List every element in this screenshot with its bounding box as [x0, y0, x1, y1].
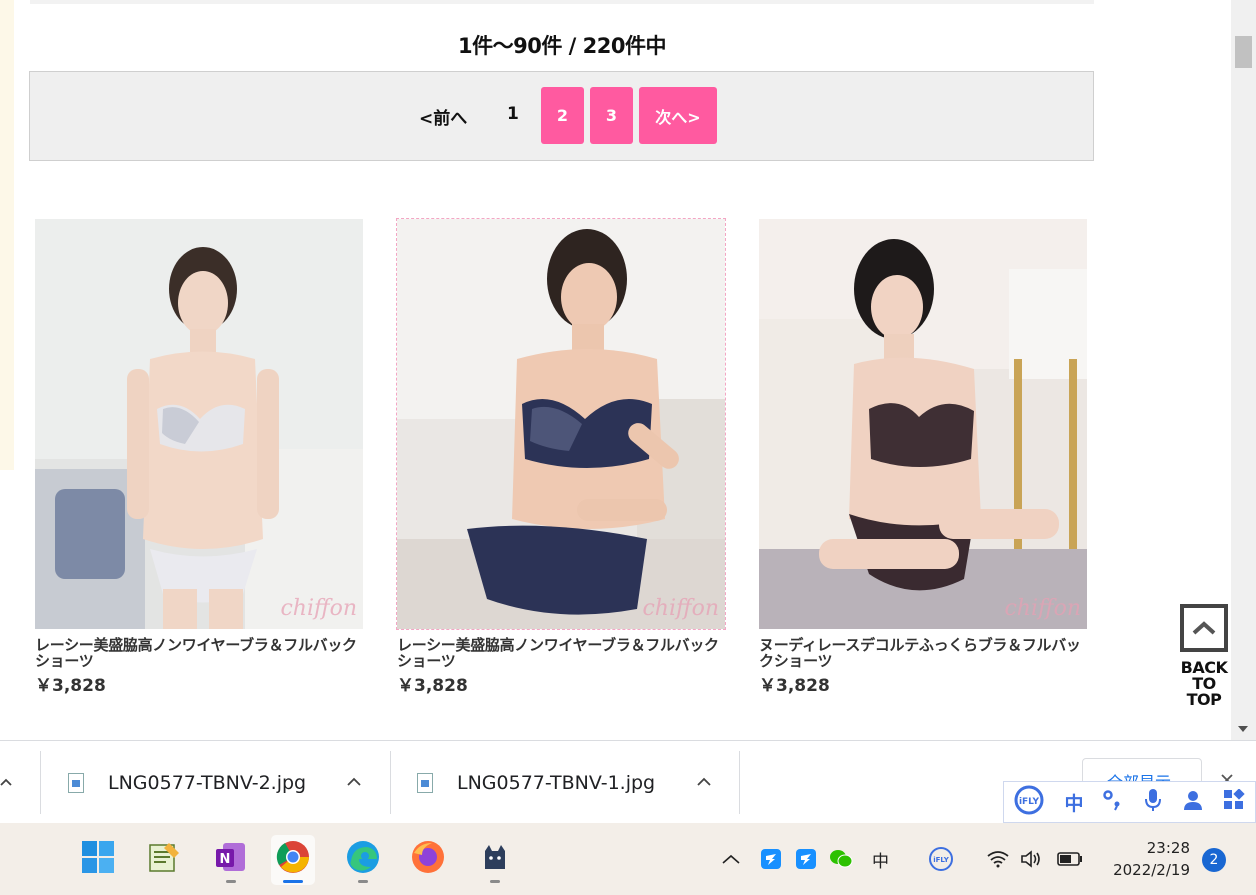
ime-tray-indicator[interactable]: 中 [872, 823, 889, 895]
punctuation-icon[interactable] [1102, 789, 1124, 816]
page-2-button[interactable]: 2 [541, 87, 584, 144]
onenote-icon: N [216, 843, 245, 871]
scrollbar-thumb[interactable] [1235, 36, 1252, 68]
clock-date: 2022/2/19 [1113, 861, 1190, 879]
product-card[interactable]: chiffon ヌーディレースデコルテふっくらブラ＆フルバックショーツ ￥3,8… [759, 219, 1089, 696]
dingtalk-tray-icon[interactable] [760, 823, 782, 895]
result-count: 1件～90件 / 220件中 [458, 34, 666, 58]
ifly-tray-icon[interactable]: iFLY [928, 823, 954, 895]
running-indicator [226, 880, 236, 883]
download-item[interactable]: LNG0577-TBNV-2.jpg [68, 741, 306, 824]
svg-text:iFLY: iFLY [933, 856, 950, 864]
chevron-up-icon[interactable] [0, 774, 12, 790]
product-price: ￥3,828 [35, 676, 106, 696]
taskbar-app-firefox[interactable] [406, 835, 450, 885]
pagination-bar: <前へ 1 2 3 次へ> [29, 71, 1094, 161]
running-indicator [490, 880, 500, 883]
notepad-icon [149, 843, 179, 872]
next-page-button[interactable]: 次へ> [639, 87, 717, 144]
image-file-icon [417, 772, 433, 793]
download-filename: LNG0577-TBNV-2.jpg [108, 771, 307, 794]
dingtalk-tray-icon-2[interactable] [795, 823, 817, 895]
battery-icon[interactable] [1057, 823, 1083, 895]
volume-icon[interactable] [1020, 823, 1044, 895]
divider [40, 751, 41, 814]
chevron-up-icon[interactable] [697, 774, 711, 790]
product-price: ￥3,828 [759, 676, 830, 696]
taskbar-app-edge[interactable] [341, 835, 385, 885]
taskbar: N 中 iFLY 23:28 2022/2/19 2 [0, 823, 1256, 895]
top-divider [30, 0, 1094, 4]
product-name[interactable]: レーシー美盛脇高ノンワイヤーブラ＆フルバックショーツ [35, 637, 360, 669]
web-page: 1件～90件 / 220件中 <前へ 1 2 3 次へ> chiffon レーシ… [0, 0, 1256, 740]
image-file-icon [68, 772, 84, 793]
scroll-down-arrow-icon[interactable] [1238, 726, 1248, 732]
chevron-up-icon [1180, 604, 1228, 652]
product-card[interactable]: chiffon レーシー美盛脇高ノンワイヤーブラ＆フルバックショーツ ￥3,82… [396, 218, 727, 696]
page-3-button[interactable]: 3 [590, 87, 633, 144]
chrome-icon [276, 841, 309, 873]
download-filename: LNG0577-TBNV-1.jpg [457, 771, 656, 794]
brand-watermark: chiffon [1004, 596, 1081, 621]
svg-text:N: N [220, 852, 231, 867]
screen: 1件～90件 / 220件中 <前へ 1 2 3 次へ> chiffon レーシ… [0, 0, 1256, 895]
taskbar-app-onenote[interactable]: N [209, 835, 253, 885]
apps-grid-icon[interactable] [1223, 787, 1246, 816]
taskbar-app-chrome[interactable] [271, 835, 315, 885]
running-indicator [358, 880, 368, 883]
clock-time: 23:28 [1146, 839, 1190, 857]
wifi-icon[interactable] [986, 823, 1010, 895]
product-name[interactable]: レーシー美盛脇高ノンワイヤーブラ＆フルバックショーツ [397, 637, 722, 669]
product-image[interactable]: chiffon [396, 218, 726, 630]
product-image[interactable]: chiffon [35, 219, 363, 629]
left-sidebar-strip [0, 0, 14, 470]
windows-icon [82, 841, 114, 873]
windows-start-button[interactable] [76, 835, 120, 885]
taskbar-app-cat[interactable] [473, 835, 517, 885]
page-scrollbar[interactable] [1231, 0, 1256, 740]
back-to-top-label: BACK TO TOP [1180, 658, 1228, 709]
tray-overflow-chevron-icon[interactable] [722, 823, 740, 895]
user-icon[interactable] [1182, 789, 1204, 816]
prev-page-link[interactable]: <前へ [419, 104, 467, 129]
product-price: ￥3,828 [397, 676, 468, 696]
notification-badge[interactable]: 2 [1202, 848, 1226, 872]
brand-watermark: chiffon [642, 596, 719, 621]
brand-watermark: chiffon [280, 596, 357, 621]
running-indicator [283, 880, 303, 883]
system-clock[interactable]: 23:28 2022/2/19 [1100, 837, 1190, 881]
ime-toolbar: iFLY 中 [1003, 781, 1256, 823]
firefox-icon [412, 841, 444, 873]
cat-app-icon [485, 845, 505, 869]
taskbar-app-notepad[interactable] [141, 835, 185, 885]
product-name[interactable]: ヌーディレースデコルテふっくらブラ＆フルバックショーツ [759, 637, 1084, 669]
back-to-top-button[interactable]: BACK TO TOP [1176, 604, 1232, 708]
product-card[interactable]: chiffon レーシー美盛脇高ノンワイヤーブラ＆フルバックショーツ ￥3,82… [35, 219, 365, 696]
ifly-logo-icon[interactable]: iFLY [1013, 784, 1045, 821]
download-item[interactable]: LNG0577-TBNV-1.jpg [417, 741, 655, 824]
wechat-tray-icon[interactable] [829, 823, 853, 895]
chevron-up-icon[interactable] [347, 774, 361, 790]
svg-text:iFLY: iFLY [1019, 797, 1040, 807]
product-image[interactable]: chiffon [759, 219, 1087, 629]
microphone-icon[interactable] [1143, 788, 1163, 817]
edge-icon [347, 841, 379, 873]
current-page: 1 [507, 104, 519, 124]
divider [739, 751, 740, 814]
divider [390, 751, 391, 814]
ime-mode-toggle[interactable]: 中 [1064, 789, 1083, 816]
